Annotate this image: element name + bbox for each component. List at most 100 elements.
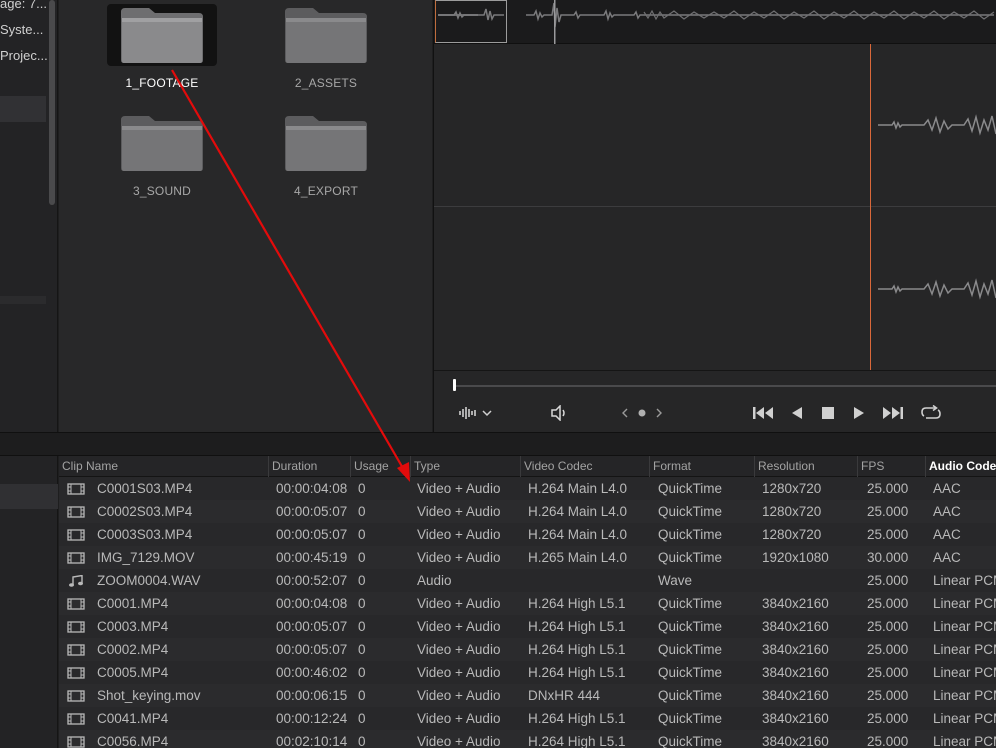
panel-separator[interactable]	[0, 432, 996, 456]
resolution-cell: 3840x2160	[762, 688, 829, 703]
prev-next-dot-icon[interactable]	[620, 403, 664, 423]
sidebar-item-storage[interactable]: age: 7...	[0, 0, 50, 11]
overview-waveform[interactable]	[434, 0, 996, 44]
type-cell: Video + Audio	[417, 596, 501, 611]
format-cell: QuickTime	[658, 688, 723, 703]
film-icon	[67, 621, 85, 633]
sidebar-item-system[interactable]: Syste...	[0, 22, 50, 37]
folder-icon	[285, 116, 367, 171]
column-header-format[interactable]: Format	[649, 456, 754, 477]
resolution-cell: 3840x2160	[762, 619, 829, 634]
duration-cell: 00:00:05:07	[276, 504, 348, 519]
film-icon	[67, 690, 85, 702]
table-row[interactable]: C0056.MP4 00:02:10:14 0 Video + Audio H.264 …	[59, 730, 996, 748]
video-codec-cell: H.264 High L5.1	[528, 619, 626, 634]
folder-3-sound[interactable]: 3_SOUND	[107, 108, 217, 208]
resolution-cell: 1280x720	[762, 504, 822, 519]
format-cell: QuickTime	[658, 711, 723, 726]
folder-icon	[121, 116, 203, 171]
audio-viewer	[433, 0, 996, 432]
type-cell: Video + Audio	[417, 527, 501, 542]
table-row[interactable]: C0003.MP4 00:00:05:07 0 Video + Audio H.264 …	[59, 615, 996, 638]
format-cell: QuickTime	[658, 481, 723, 496]
play-reverse-icon[interactable]	[788, 403, 806, 423]
column-header-fps[interactable]: FPS	[857, 456, 925, 477]
resolution-cell: 3840x2160	[762, 734, 829, 748]
table-row[interactable]: C0001S03.MP4 00:00:04:08 0 Video + Audio H.2…	[59, 477, 996, 500]
table-row[interactable]: IMG_7129.MOV 00:00:45:19 0 Video + Audio H.2…	[59, 546, 996, 569]
table-row[interactable]: C0005.MP4 00:00:46:02 0 Video + Audio H.264 …	[59, 661, 996, 684]
fps-cell: 25.000	[867, 619, 909, 634]
folder-1-footage[interactable]: 1_FOOTAGE	[107, 0, 217, 100]
column-header-type[interactable]: Type	[410, 456, 520, 477]
skip-back-icon[interactable]	[750, 403, 776, 423]
scrub-handle[interactable]	[453, 379, 456, 391]
column-header-clip-name[interactable]: Clip Name	[59, 456, 268, 477]
duration-cell: 00:00:05:07	[276, 642, 348, 657]
speaker-icon[interactable]	[548, 403, 570, 423]
folder-label: 1_FOOTAGE	[125, 76, 199, 90]
audio-codec-cell: AAC	[933, 527, 961, 542]
folder-4-export[interactable]: 4_EXPORT	[271, 108, 381, 208]
column-header-audio-codec[interactable]: Audio Codec	[925, 456, 996, 477]
skip-forward-icon[interactable]	[880, 403, 906, 423]
duration-cell: 00:00:05:07	[276, 527, 348, 542]
scrub-bar[interactable]	[454, 385, 996, 387]
folder-label: 3_SOUND	[132, 184, 192, 198]
type-cell: Video + Audio	[417, 504, 501, 519]
folder-2-assets[interactable]: 2_ASSETS	[271, 0, 381, 100]
film-icon	[67, 713, 85, 725]
clip-name-cell: C0056.MP4	[97, 734, 169, 748]
playhead[interactable]	[870, 44, 871, 370]
play-icon[interactable]	[850, 403, 868, 423]
type-cell: Video + Audio	[417, 481, 501, 496]
resolution-cell	[762, 569, 856, 592]
table-row[interactable]: Shot_keying.mov 00:00:06:15 0 Video + Audio…	[59, 684, 996, 707]
audio-codec-cell: Linear PCM	[933, 711, 996, 726]
clip-name-cell: IMG_7129.MOV	[97, 550, 195, 565]
sidebar-selected-item[interactable]	[0, 96, 46, 122]
format-cell: QuickTime	[658, 642, 723, 657]
table-row[interactable]: C0002S03.MP4 00:00:05:07 0 Video + Audio H.2…	[59, 500, 996, 523]
table-row[interactable]: C0003S03.MP4 00:00:05:07 0 Video + Audio H.2…	[59, 523, 996, 546]
video-codec-cell: H.264 Main L4.0	[528, 527, 628, 542]
column-header-duration[interactable]: Duration	[268, 456, 350, 477]
waveform-icon[interactable]	[456, 403, 496, 423]
film-icon	[67, 598, 85, 610]
table-row[interactable]: C0041.MP4 00:00:12:24 0 Video + Audio H.264 …	[59, 707, 996, 730]
list-sidebar	[0, 456, 58, 748]
overview-zoom-window[interactable]	[435, 0, 507, 43]
list-sidebar-selected-item[interactable]	[0, 484, 58, 509]
video-codec-cell: H.265 Main L4.0	[528, 550, 628, 565]
resolution-cell: 1280x720	[762, 527, 822, 542]
loop-icon[interactable]	[918, 403, 944, 423]
video-codec-cell: H.264 High L5.1	[528, 642, 626, 657]
clip-name-cell: C0003.MP4	[97, 619, 169, 634]
format-cell: QuickTime	[658, 527, 723, 542]
clip-name-cell: C0005.MP4	[97, 665, 169, 680]
table-row[interactable]: ZOOM0004.WAV 00:00:52:07 0 Audio Wave 25.000 L…	[59, 569, 996, 592]
usage-cell: 0	[358, 504, 366, 519]
video-codec-cell: H.264 High L5.1	[528, 665, 626, 680]
sidebar-item-project[interactable]: Projec...	[0, 48, 50, 63]
usage-cell: 0	[358, 665, 366, 680]
stop-icon[interactable]	[819, 403, 837, 423]
clip-name-cell: C0003S03.MP4	[97, 527, 193, 542]
resolution-cell: 3840x2160	[762, 642, 829, 657]
type-cell: Video + Audio	[417, 734, 501, 748]
video-codec-cell: H.264 High L5.1	[528, 596, 626, 611]
column-header-resolution[interactable]: Resolution	[754, 456, 857, 477]
column-header-video-codec[interactable]: Video Codec	[520, 456, 649, 477]
table-row[interactable]: C0001.MP4 00:00:04:08 0 Video + Audio H.264 …	[59, 592, 996, 615]
column-header-usage[interactable]: Usage	[350, 456, 410, 477]
audio-codec-cell: Linear PCM	[933, 734, 996, 748]
sidebar-scrollbar[interactable]	[49, 0, 55, 205]
video-codec-cell: DNxHR 444	[528, 688, 601, 703]
film-icon	[67, 552, 85, 564]
table-row[interactable]: C0002.MP4 00:00:05:07 0 Video + Audio H.264 …	[59, 638, 996, 661]
clip-name-cell: C0001.MP4	[97, 596, 169, 611]
folder-label: 2_ASSETS	[294, 76, 358, 90]
type-cell: Video + Audio	[417, 642, 501, 657]
audio-codec-cell: AAC	[933, 550, 961, 565]
video-codec-cell: H.264 High L5.1	[528, 711, 626, 726]
